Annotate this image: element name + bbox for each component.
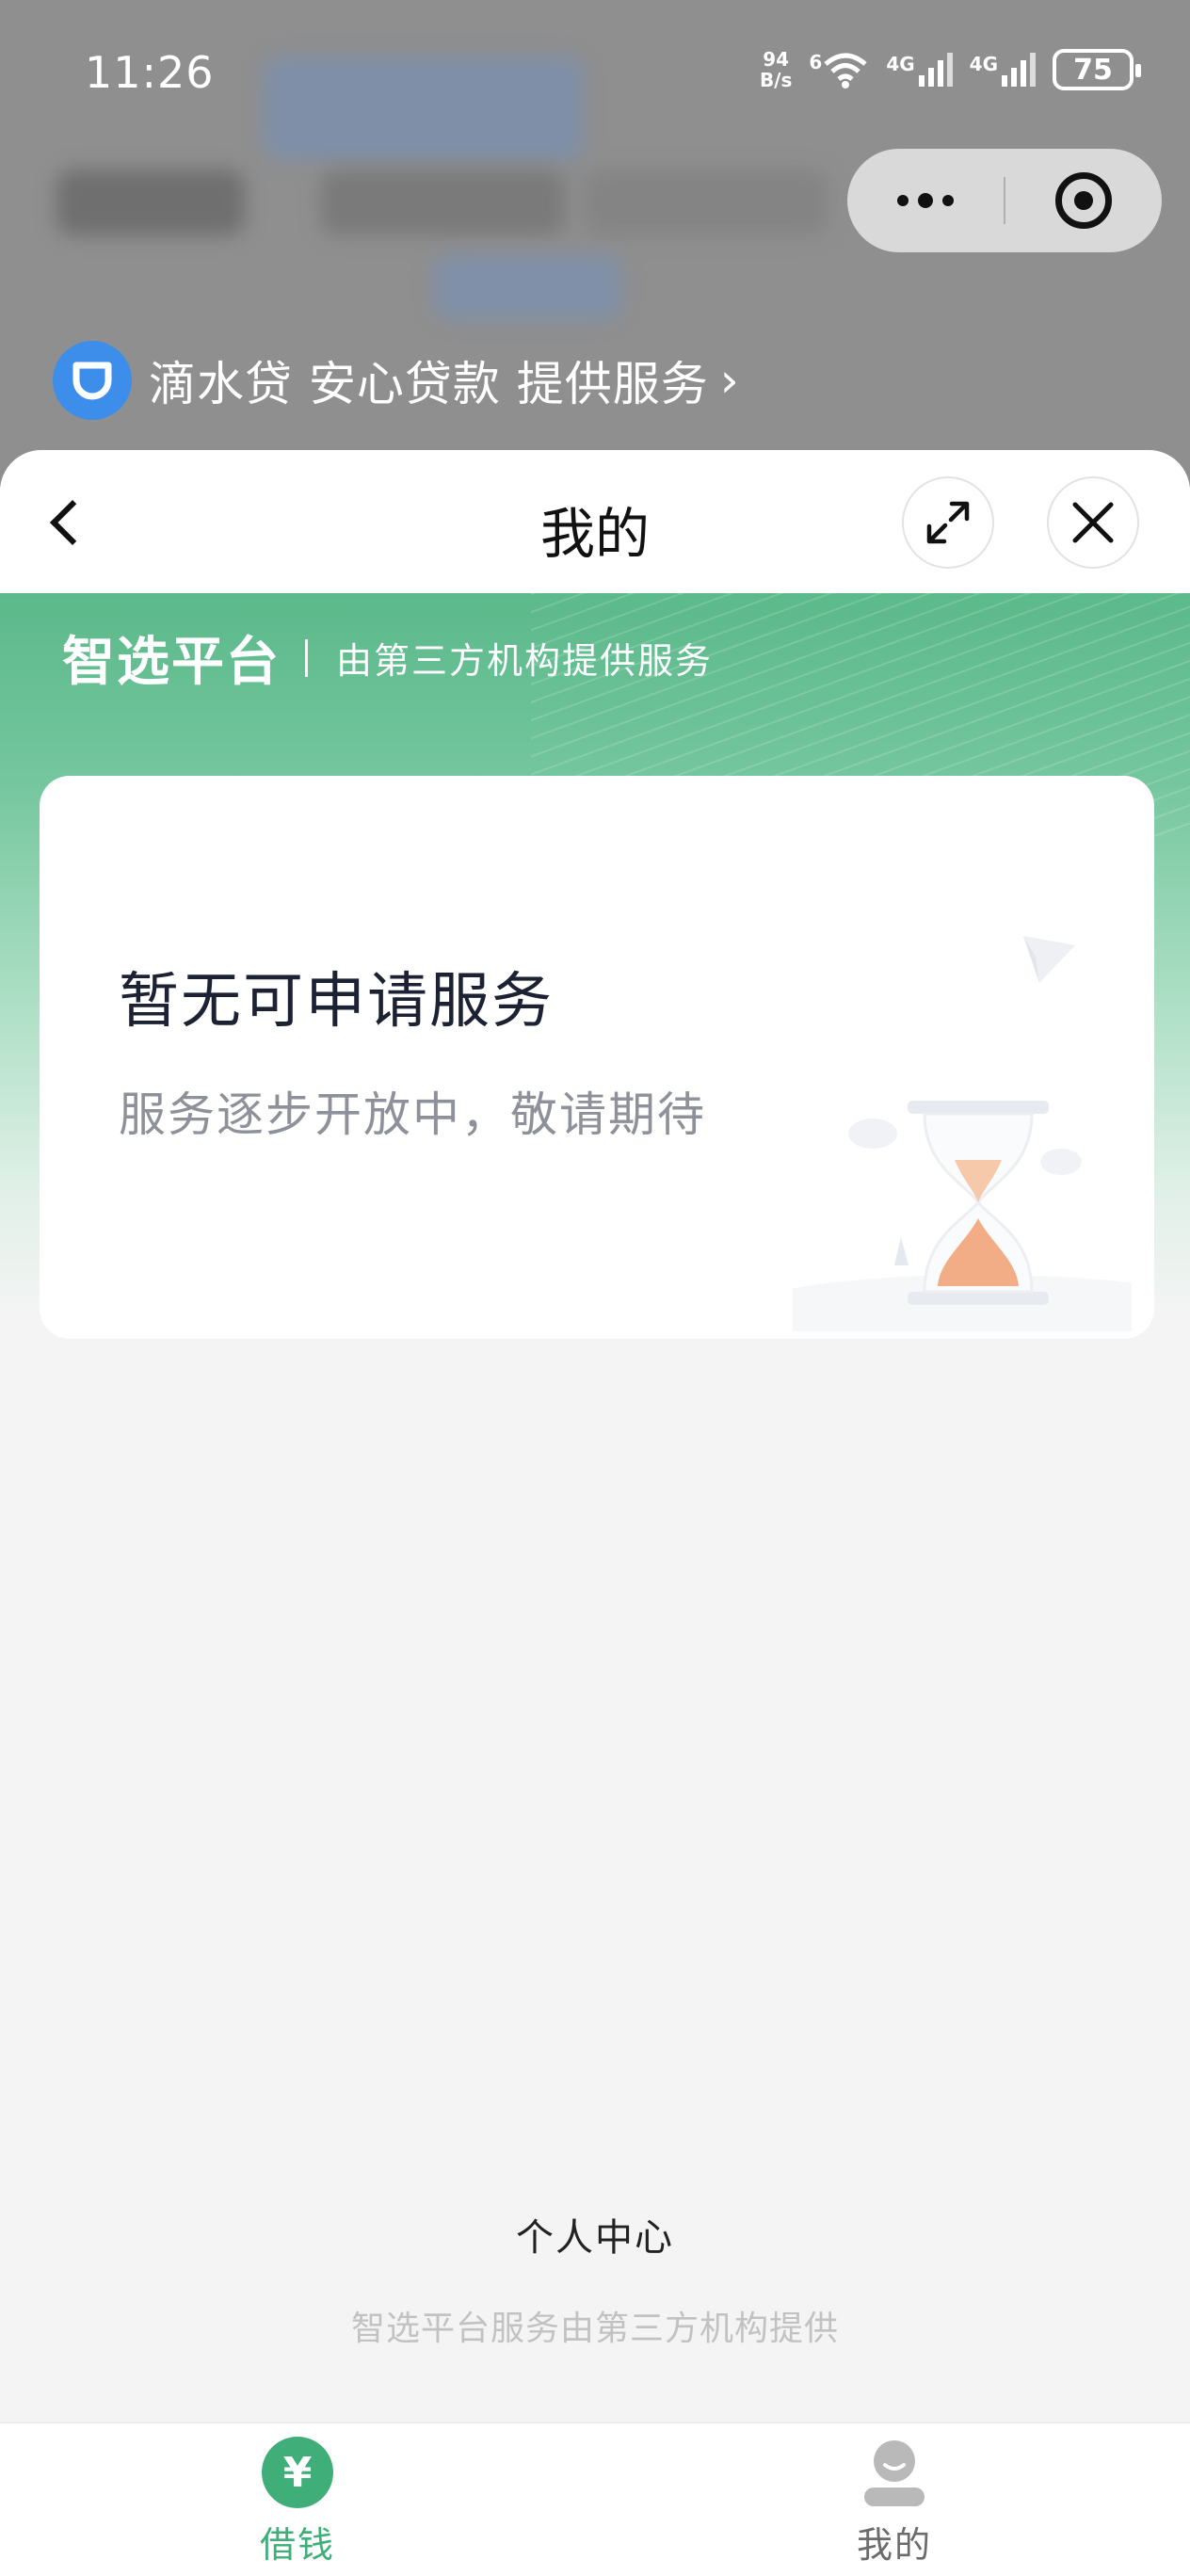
empty-state-card: 暂无可申请服务 服务逐步开放中，敬请期待 bbox=[40, 776, 1154, 1339]
cellular-signal-icon: 4G bbox=[886, 53, 953, 87]
tab-mine[interactable]: 我的 bbox=[753, 2437, 1036, 2576]
personal-center-link[interactable]: 个人中心 bbox=[0, 2207, 1190, 2262]
page-title: 我的 bbox=[539, 502, 650, 566]
dot-icon bbox=[942, 195, 954, 206]
status-time: 11:26 bbox=[85, 47, 215, 98]
tab-label: 我的 bbox=[856, 2524, 932, 2566]
brand-header: 智选平台 由第三方机构提供服务 bbox=[62, 620, 713, 696]
close-icon bbox=[1072, 502, 1114, 543]
blurred-content bbox=[320, 169, 565, 235]
blurred-content bbox=[433, 254, 621, 320]
disclaimer-text: 智选平台服务由第三方机构提供 bbox=[350, 2310, 839, 2348]
exit-miniprogram-button[interactable] bbox=[1005, 149, 1162, 252]
close-button[interactable] bbox=[1047, 476, 1139, 569]
blurred-content bbox=[584, 169, 828, 235]
battery-icon: 75 bbox=[1053, 49, 1141, 90]
sheet-header: 我的 bbox=[0, 450, 1190, 593]
miniprogram-capsule bbox=[847, 149, 1162, 252]
user-icon bbox=[864, 2440, 925, 2506]
dot-icon bbox=[897, 195, 909, 206]
chevron-right-icon: › bbox=[719, 353, 739, 408]
more-options-button[interactable] bbox=[847, 149, 1004, 252]
provider-logo-icon bbox=[53, 341, 132, 420]
battery-level: 75 bbox=[1073, 53, 1113, 87]
expand-button[interactable] bbox=[902, 476, 994, 569]
dot-icon bbox=[918, 193, 933, 208]
provider-label: 滴水贷 安心贷款 提供服务 bbox=[149, 357, 709, 411]
yuan-icon: ¥ bbox=[262, 2437, 333, 2508]
expand-icon bbox=[926, 501, 970, 544]
tab-label: 借钱 bbox=[259, 2524, 335, 2566]
signal-label: 4G bbox=[969, 53, 998, 75]
target-icon bbox=[1055, 172, 1112, 229]
network-speed-unit: B/s bbox=[759, 69, 793, 91]
brand-subtitle: 由第三方机构提供服务 bbox=[336, 640, 714, 682]
tab-borrow[interactable]: ¥ 借钱 bbox=[156, 2437, 439, 2576]
brand-divider bbox=[305, 638, 308, 677]
network-speed: 94 B/s bbox=[760, 49, 792, 90]
empty-state-subtitle: 服务逐步开放中，敬请期待 bbox=[119, 1087, 706, 1142]
wifi-label: 6 bbox=[809, 51, 823, 73]
blurred-content bbox=[56, 169, 245, 235]
status-bar: 11:26 94 B/s 6 4G 4G 75 bbox=[0, 0, 1190, 151]
network-speed-value: 94 bbox=[763, 48, 790, 71]
wifi-icon: 6 bbox=[809, 51, 869, 89]
status-icons: 94 B/s 6 4G 4G 75 bbox=[760, 49, 1141, 90]
hourglass-illustration bbox=[793, 936, 1132, 1331]
cellular-signal-icon: 4G bbox=[970, 53, 1036, 87]
brand-name: 智选平台 bbox=[62, 632, 281, 693]
signal-label: 4G bbox=[886, 53, 915, 75]
provider-info[interactable]: 滴水贷 安心贷款 提供服务 › bbox=[53, 341, 739, 420]
tab-bar: ¥ 借钱 我的 bbox=[0, 2422, 1190, 2576]
empty-state-title: 暂无可申请服务 bbox=[119, 967, 554, 1037]
